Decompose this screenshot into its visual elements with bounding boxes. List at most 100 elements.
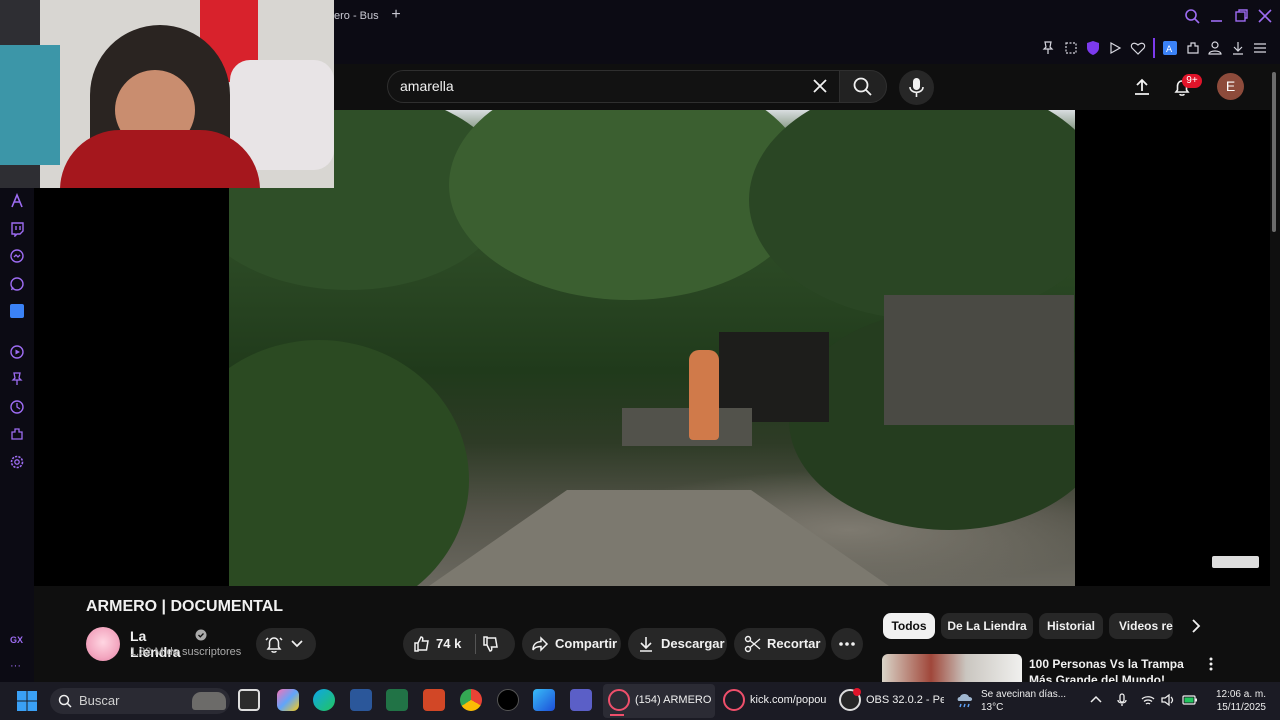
download-icon <box>640 637 652 652</box>
extensions-icon[interactable] <box>1185 40 1201 56</box>
close-window-icon[interactable] <box>1255 6 1275 26</box>
clear-search-icon[interactable] <box>811 77 829 95</box>
taskbar-search-placeholder: Buscar <box>79 693 120 708</box>
channel-name[interactable]: La Liendra <box>130 628 200 660</box>
heart-icon[interactable] <box>1130 40 1146 56</box>
user-avatar[interactable]: E <box>1217 73 1244 100</box>
taskbar-search-icon <box>58 694 72 708</box>
translate-extension-icon[interactable]: A <box>1162 40 1178 56</box>
chip-de-la-liendra[interactable]: De La Liendra <box>941 613 1033 639</box>
task-view-icon[interactable] <box>238 689 260 711</box>
player-icon[interactable] <box>1107 40 1123 56</box>
share-icon <box>532 636 549 652</box>
profile-icon[interactable] <box>1207 40 1223 56</box>
chevron-right-icon[interactable] <box>1187 617 1205 635</box>
chevron-up-icon[interactable] <box>1088 692 1104 708</box>
chip-todos[interactable]: Todos <box>883 613 935 639</box>
toolbar-separator <box>1153 38 1155 58</box>
weather-temperature: 13°C <box>981 702 1004 713</box>
bell-ring-icon <box>265 637 283 653</box>
stone-path <box>429 490 889 586</box>
like-count[interactable]: 74 k <box>436 636 461 651</box>
recommended-thumbnail[interactable] <box>882 654 1022 682</box>
more-horizontal-icon <box>839 642 855 646</box>
extensions-sidebar-icon[interactable] <box>9 426 25 442</box>
clock-time: 12:06 a. m. <box>1215 689 1266 700</box>
system-clock[interactable]: 12:06 a. m. 15/11/2025 <box>1206 688 1266 714</box>
speaker-icon[interactable] <box>1160 692 1176 708</box>
powerpoint-icon[interactable] <box>423 689 445 711</box>
teams-icon[interactable] <box>570 689 592 711</box>
scrollbar-thumb[interactable] <box>1272 72 1276 232</box>
weather-rain-icon[interactable] <box>955 690 975 710</box>
voice-search-button[interactable] <box>899 70 934 105</box>
upload-icon[interactable] <box>1132 77 1152 97</box>
search-tabs-icon[interactable] <box>1182 6 1202 26</box>
copilot-icon[interactable] <box>277 689 299 711</box>
task-kick-label[interactable]: kick.com/popou <box>750 694 830 706</box>
share-label: Compartir <box>555 636 618 651</box>
pinboard-icon[interactable] <box>9 371 25 387</box>
wifi-icon[interactable] <box>1140 692 1156 708</box>
translate-sidebar-icon[interactable] <box>9 303 25 319</box>
recommended-title[interactable]: 100 Personas Vs la Trampa Más Grande del… <box>1029 656 1189 682</box>
easy-setup-icon[interactable] <box>1252 40 1268 56</box>
svg-text:A: A <box>1166 45 1173 55</box>
search-icon <box>853 77 872 96</box>
pin-icon[interactable] <box>1040 40 1056 56</box>
share-button[interactable]: Compartir <box>522 628 621 660</box>
download-button[interactable]: Descargar <box>628 628 727 660</box>
opera-gx-icon-2[interactable] <box>723 689 745 711</box>
clip-button[interactable]: Recortar <box>734 628 826 660</box>
vpn-shield-icon[interactable] <box>1085 40 1101 56</box>
messenger-icon[interactable] <box>9 248 25 264</box>
taskbar-search-box[interactable] <box>50 688 230 714</box>
chevron-down-icon <box>291 640 303 648</box>
snapshot-icon[interactable] <box>1063 40 1079 56</box>
windows-start-icon[interactable] <box>16 690 38 712</box>
word-icon[interactable] <box>350 689 372 711</box>
player-sidebar-icon[interactable] <box>9 344 25 360</box>
more-vertical-icon[interactable] <box>1203 656 1219 672</box>
gx-more-icon[interactable]: ··· <box>10 660 21 672</box>
more-actions-button[interactable] <box>831 628 863 660</box>
chip-historial[interactable]: Historial <box>1039 613 1103 639</box>
search-input[interactable] <box>400 76 780 96</box>
new-tab-button[interactable]: + <box>388 7 404 23</box>
search-button[interactable] <box>839 70 887 103</box>
channel-watermark[interactable] <box>1212 556 1259 568</box>
chip-videos-relacionados[interactable]: Videos rel <box>1109 613 1173 639</box>
tiktok-icon[interactable] <box>497 689 519 711</box>
whatsapp-icon[interactable] <box>9 276 25 292</box>
gx-label[interactable]: GX <box>10 635 23 645</box>
minimize-icon[interactable] <box>1207 6 1227 26</box>
edge-icon[interactable] <box>313 689 335 711</box>
photos-icon[interactable] <box>533 689 555 711</box>
excel-icon[interactable] <box>386 689 408 711</box>
weather-text[interactable]: Se avecinan días... 13°C <box>981 688 1066 714</box>
task-obs-label[interactable]: OBS 32.0.2 - Per <box>866 694 944 706</box>
history-icon[interactable] <box>9 399 25 415</box>
person-figure <box>689 350 719 440</box>
opera-gx-icon <box>608 689 630 711</box>
chrome-icon[interactable] <box>460 689 482 711</box>
aria-icon[interactable] <box>9 193 25 209</box>
browser-tab-active[interactable]: ero - Bus <box>334 6 382 26</box>
settings-gear-icon[interactable] <box>9 454 25 470</box>
download-manager-icon[interactable] <box>1230 40 1246 56</box>
stone-bench <box>622 408 752 446</box>
notification-count-badge: 9+ <box>1182 74 1202 88</box>
twitch-icon[interactable] <box>9 221 25 237</box>
webcam-overlay <box>0 0 334 188</box>
channel-avatar[interactable] <box>86 627 120 661</box>
dislike-button[interactable] <box>481 634 501 654</box>
restore-icon[interactable] <box>1231 6 1251 26</box>
thumbs-up-icon[interactable] <box>412 634 432 654</box>
subscribed-notifications-button[interactable] <box>256 628 316 660</box>
video-frame[interactable] <box>229 110 1075 586</box>
like-divider <box>475 634 476 654</box>
battery-icon[interactable] <box>1182 692 1198 708</box>
microphone-tray-icon[interactable] <box>1114 692 1130 708</box>
microphone-icon <box>909 78 924 97</box>
thumbs-down-icon <box>483 636 498 652</box>
